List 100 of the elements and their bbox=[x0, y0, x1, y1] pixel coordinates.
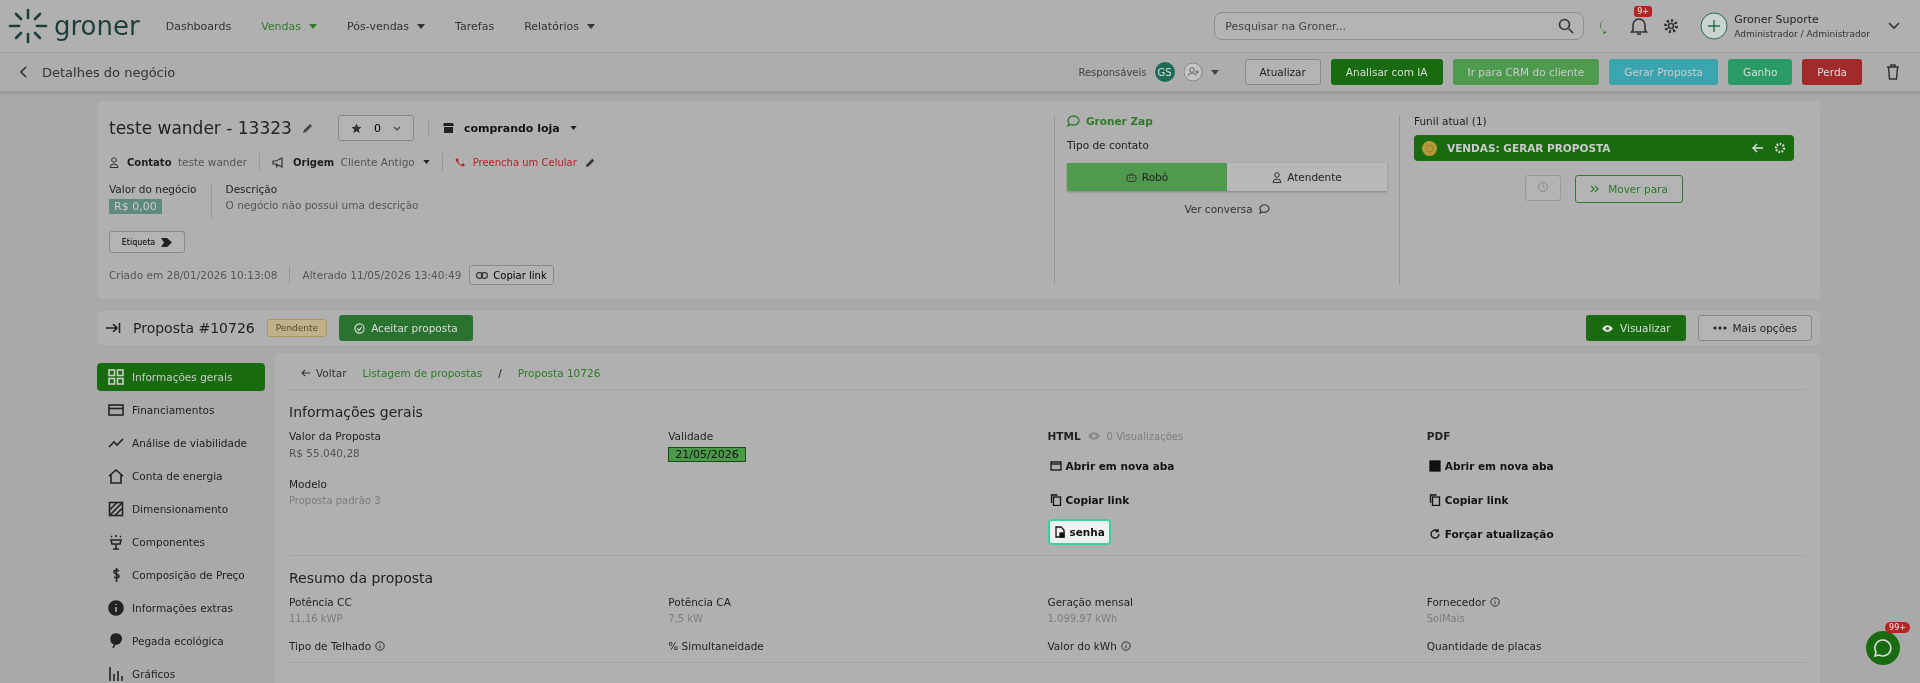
unread-count-badge: 99+ bbox=[1885, 622, 1910, 633]
settings-icon[interactable] bbox=[1774, 142, 1786, 154]
field-label: Valor do negócio bbox=[109, 183, 197, 195]
user-role: Administrador / Administrador bbox=[1734, 29, 1870, 39]
credit-card-icon bbox=[108, 402, 124, 418]
user-initials-avatar[interactable]: GS bbox=[1154, 62, 1175, 82]
nav-menu-item[interactable]: Relatórios bbox=[524, 19, 595, 33]
whatsapp-icon bbox=[1873, 638, 1893, 658]
refresh-icon bbox=[1428, 528, 1441, 540]
sidebar-item[interactable]: Gráficos bbox=[97, 660, 265, 683]
back-link[interactable]: Voltar bbox=[301, 367, 347, 379]
status-dot-icon bbox=[1422, 140, 1437, 156]
document-link[interactable]: Copiar link bbox=[1426, 490, 1511, 510]
field-label: Modelo bbox=[289, 478, 327, 490]
action-button[interactable]: Atualizar bbox=[1244, 59, 1321, 85]
rating-dropdown[interactable]: 0 bbox=[337, 115, 414, 141]
deal-value: R$ 0,00 bbox=[109, 199, 162, 214]
bell-icon[interactable] bbox=[1630, 16, 1649, 36]
field-label: % Simultaneidade bbox=[668, 640, 764, 652]
sidebar-item[interactable]: Financiamentos bbox=[97, 396, 265, 424]
sidebar-item[interactable]: Composição de Preço bbox=[97, 561, 265, 589]
pencil-icon[interactable] bbox=[584, 156, 596, 168]
lock-file-icon bbox=[1053, 526, 1066, 538]
chat-float-button[interactable] bbox=[1866, 631, 1900, 665]
caret-icon bbox=[417, 23, 426, 29]
page-title: Detalhes do negócio bbox=[42, 64, 176, 80]
info-icon[interactable] bbox=[375, 641, 386, 651]
section-heading: Informações gerais bbox=[289, 404, 424, 420]
search-field[interactable]: Pesquisar na Groner... bbox=[1214, 12, 1585, 40]
sidebar-item[interactable]: Análise de viabilidade bbox=[97, 429, 265, 457]
field-value: R$ 55.040,28 bbox=[289, 447, 360, 459]
field-label: HTML bbox=[1047, 430, 1081, 442]
robot-icon bbox=[1125, 172, 1137, 182]
document-link[interactable]: Forçar atualização bbox=[1426, 524, 1556, 544]
sidebar-item[interactable]: Dimensionamento bbox=[97, 495, 265, 523]
sidebar-item[interactable]: Informações extras bbox=[97, 594, 265, 622]
breadcrumb-separator: / bbox=[498, 367, 502, 379]
window-icon bbox=[1049, 460, 1062, 472]
field-label: Fornecedor bbox=[1426, 596, 1486, 608]
action-button[interactable]: Analisar com IA bbox=[1330, 59, 1443, 85]
chevron-down-icon[interactable] bbox=[1888, 22, 1900, 30]
contact-type-option[interactable]: Atendente bbox=[1227, 163, 1387, 191]
field-label: Potência CA bbox=[668, 596, 731, 608]
field-label: Valor da Proposta bbox=[289, 430, 381, 442]
view-button[interactable]: Visualizar bbox=[1586, 315, 1686, 341]
copy-link-button[interactable]: Copiar link bbox=[469, 265, 554, 285]
caret-icon[interactable] bbox=[569, 126, 577, 130]
sidebar-item[interactable]: Pegada ecológica bbox=[97, 627, 265, 655]
user-name: Groner Suporte bbox=[1734, 13, 1820, 26]
history-icon bbox=[1537, 180, 1550, 193]
eye-icon bbox=[1086, 431, 1101, 441]
action-button[interactable]: Perda bbox=[1802, 59, 1862, 85]
star-icon bbox=[350, 122, 362, 134]
field-label: Validade bbox=[668, 430, 714, 442]
document-link[interactable]: senha bbox=[1047, 519, 1111, 545]
sidebar-item[interactable]: Componentes bbox=[97, 528, 265, 556]
contact-type-option[interactable]: Robô bbox=[1067, 163, 1227, 191]
proposal-title: Proposta #10726 bbox=[133, 320, 255, 336]
collapse-arrow-icon[interactable] bbox=[105, 322, 121, 334]
back-chevron-icon[interactable] bbox=[20, 66, 28, 78]
trash-icon[interactable] bbox=[1886, 64, 1900, 80]
nav-menu-item[interactable]: Pós-vendas bbox=[347, 19, 426, 33]
funnel-stage-bar[interactable]: VENDAS: GERAR PROPOSTA bbox=[1414, 135, 1794, 161]
logo-wordmark[interactable]: groner bbox=[54, 11, 140, 41]
description-text: O negócio não possui uma descrição bbox=[225, 199, 419, 211]
bar-chart-icon bbox=[108, 666, 124, 682]
document-link[interactable]: Copiar link bbox=[1047, 490, 1132, 510]
document-link[interactable]: Abrir em nova aba bbox=[1047, 456, 1177, 476]
accept-proposal-button[interactable]: Aceitar proposta bbox=[339, 315, 473, 341]
sidebar-item[interactable]: Informações gerais bbox=[97, 363, 265, 391]
more-options-button[interactable]: Mais opções bbox=[1697, 315, 1812, 341]
caret-icon bbox=[309, 23, 317, 29]
caret-icon[interactable] bbox=[422, 160, 430, 164]
document-link[interactable]: Abrir em nova aba bbox=[1426, 456, 1556, 476]
sidebar-item[interactable]: Conta de energia bbox=[97, 462, 265, 490]
pencil-icon[interactable] bbox=[301, 122, 314, 134]
view-chat-link[interactable]: Ver conversa bbox=[1184, 203, 1253, 215]
category-dropdown[interactable]: comprando loja bbox=[463, 121, 560, 135]
info-icon[interactable] bbox=[1489, 597, 1500, 607]
person-icon bbox=[1272, 171, 1283, 183]
settings-icon[interactable] bbox=[1662, 17, 1681, 35]
search-icon[interactable] bbox=[1558, 18, 1575, 34]
caret-icon[interactable] bbox=[1210, 69, 1219, 75]
double-chevron-icon bbox=[1590, 185, 1601, 193]
modified-date: Alterado 11/05/2026 13:40:49 bbox=[302, 269, 462, 281]
dots-icon bbox=[1712, 326, 1727, 330]
arrow-left-icon[interactable] bbox=[1752, 143, 1764, 153]
contact-info: Contato teste wander bbox=[127, 156, 247, 168]
check-circle-icon bbox=[354, 322, 366, 334]
field-label: Geração mensal bbox=[1047, 596, 1133, 608]
info-icon[interactable] bbox=[1120, 641, 1131, 651]
field-label: Tipo de contato bbox=[1067, 139, 1150, 151]
section-heading: Resumo da proposta bbox=[289, 570, 435, 586]
eye-icon bbox=[1601, 323, 1615, 333]
nav-menu-item[interactable]: Tarefas bbox=[455, 19, 495, 33]
nav-menu-item[interactable]: Dashboards bbox=[165, 19, 232, 33]
funnel-title: Funil atual (1) bbox=[1414, 115, 1488, 127]
created-date: Criado em 28/01/2026 10:13:08 bbox=[109, 269, 278, 281]
origin-dropdown[interactable]: Origem Cliente Antigo bbox=[292, 156, 415, 168]
tag-button[interactable]: Etiqueta bbox=[109, 231, 185, 253]
